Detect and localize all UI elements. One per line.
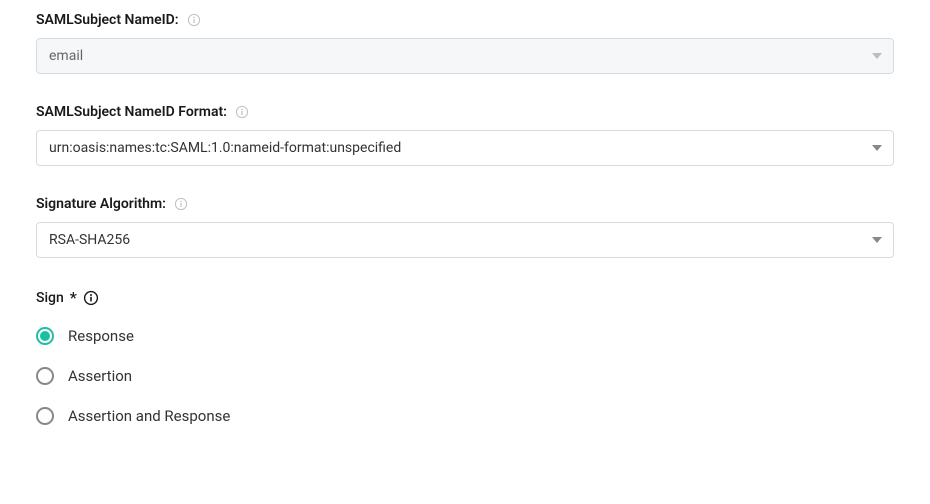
field-nameid-label: SAMLSubject NameID: bbox=[36, 12, 179, 28]
sign-option-assertion[interactable]: Assertion bbox=[36, 367, 894, 385]
nameid-format-select[interactable]: urn:oasis:names:tc:SAML:1.0:nameid-forma… bbox=[36, 130, 894, 166]
radio-label: Assertion and Response bbox=[68, 407, 230, 425]
radio-button bbox=[36, 327, 54, 345]
field-nameid-label-row: SAMLSubject NameID: bbox=[36, 12, 894, 28]
nameid-select[interactable]: email bbox=[36, 38, 894, 74]
sign-group: Sign * Response Assertion Assertion and … bbox=[36, 288, 894, 425]
radio-label: Assertion bbox=[68, 367, 132, 385]
sign-option-response[interactable]: Response bbox=[36, 327, 894, 345]
nameid-select-wrap: email bbox=[36, 38, 894, 74]
signature-algorithm-select[interactable]: RSA-SHA256 bbox=[36, 222, 894, 258]
field-signature-algorithm-label: Signature Algorithm: bbox=[36, 196, 166, 212]
field-nameid: SAMLSubject NameID: email bbox=[36, 12, 894, 74]
radio-label: Response bbox=[68, 327, 134, 345]
field-nameid-format: SAMLSubject NameID Format: urn:oasis:nam… bbox=[36, 104, 894, 166]
sign-option-assertion-and-response[interactable]: Assertion and Response bbox=[36, 407, 894, 425]
radio-button bbox=[36, 367, 54, 385]
sign-radio-list: Response Assertion Assertion and Respons… bbox=[36, 327, 894, 425]
field-nameid-format-label-row: SAMLSubject NameID Format: bbox=[36, 104, 894, 120]
info-icon[interactable] bbox=[174, 197, 188, 211]
sign-label: Sign bbox=[36, 290, 64, 306]
nameid-format-select-value: urn:oasis:names:tc:SAML:1.0:nameid-forma… bbox=[49, 140, 401, 156]
nameid-select-value: email bbox=[49, 48, 83, 64]
field-nameid-format-label: SAMLSubject NameID Format: bbox=[36, 104, 227, 120]
required-asterisk: * bbox=[70, 288, 77, 307]
sign-label-row: Sign * bbox=[36, 288, 894, 307]
signature-algorithm-select-wrap: RSA-SHA256 bbox=[36, 222, 894, 258]
info-icon[interactable] bbox=[235, 105, 249, 119]
info-icon[interactable] bbox=[83, 290, 99, 306]
radio-button bbox=[36, 407, 54, 425]
field-signature-algorithm: Signature Algorithm: RSA-SHA256 bbox=[36, 196, 894, 258]
signature-algorithm-select-value: RSA-SHA256 bbox=[49, 232, 130, 248]
field-signature-algorithm-label-row: Signature Algorithm: bbox=[36, 196, 894, 212]
info-icon[interactable] bbox=[187, 13, 201, 27]
nameid-format-select-wrap: urn:oasis:names:tc:SAML:1.0:nameid-forma… bbox=[36, 130, 894, 166]
